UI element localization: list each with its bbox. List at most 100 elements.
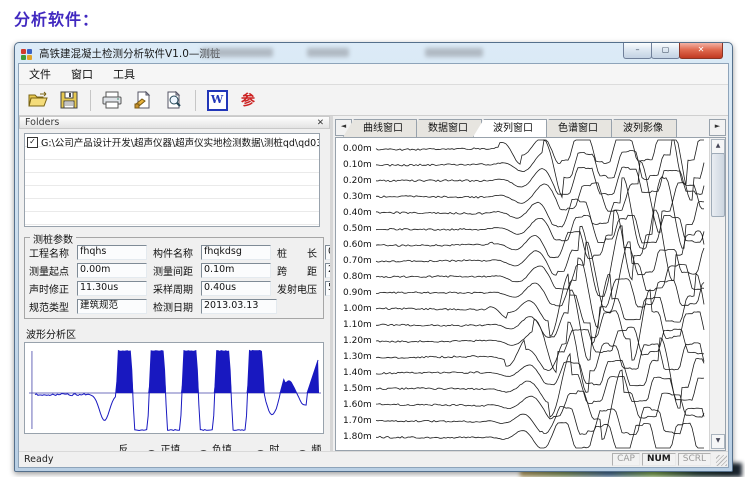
save-button[interactable] xyxy=(57,88,81,112)
negative-fill-label: 负填充 xyxy=(212,441,240,451)
field-label: 采样周期 xyxy=(153,281,199,296)
tab-scroll-right-icon[interactable]: ► xyxy=(709,119,726,136)
depth-label: 1.60m xyxy=(343,400,372,410)
menu-tools[interactable]: 工具 xyxy=(111,65,137,83)
time-domain-radio[interactable]: 时域 xyxy=(255,441,288,451)
time-correction-field[interactable]: 11.30us xyxy=(77,281,147,296)
tab-data-window[interactable]: 数据窗口 xyxy=(408,119,482,137)
positive-fill-radio[interactable]: 正填充 xyxy=(146,441,188,451)
scroll-down-icon[interactable]: ▼ xyxy=(711,434,725,449)
close-button[interactable]: ✕ xyxy=(679,43,723,59)
freq-domain-radio[interactable]: 频域 xyxy=(297,441,330,451)
blurred-overlay xyxy=(201,48,273,57)
open-file-button[interactable] xyxy=(26,88,50,112)
negative-fill-radio[interactable]: 负填充 xyxy=(198,441,240,451)
depth-label: 0.80m xyxy=(343,272,372,282)
freq-domain-label: 频域 xyxy=(311,441,330,451)
field-label: 发射电压 xyxy=(277,281,323,296)
scrollbar-thumb[interactable] xyxy=(711,153,725,217)
analysis-waveform xyxy=(25,343,323,433)
tab-wavetrain-window[interactable]: 波列窗口 xyxy=(473,119,547,137)
parameter-button[interactable]: 参 xyxy=(236,88,260,112)
depth-label: 1.20m xyxy=(343,336,372,346)
save-floppy-icon xyxy=(60,91,78,109)
page-title: 分析软件： xyxy=(14,6,99,30)
toolbar-separator xyxy=(90,90,91,111)
voltage-field[interactable]: 500V xyxy=(325,281,333,296)
title-bar[interactable]: 高铁建混凝土检测分析软件V1.0—测桩 – ▢ ✕ xyxy=(15,43,732,63)
field-label: 声时修正 xyxy=(29,281,75,296)
field-label: 规范类型 xyxy=(29,299,75,314)
waveform-analysis-area[interactable] xyxy=(24,342,324,434)
field-label: 桩 长 xyxy=(277,245,323,260)
groupbox-title: 测桩参数 xyxy=(30,231,76,246)
param-icon: 参 xyxy=(241,90,255,110)
field-label: 跨 距 xyxy=(277,263,323,278)
depth-label: 1.00m xyxy=(343,304,372,314)
menu-file[interactable]: 文件 xyxy=(27,65,53,83)
depth-label: 0.70m xyxy=(343,256,372,266)
test-date-field[interactable]: 2013.03.13 xyxy=(201,299,277,314)
tab-curve-window[interactable]: 曲线窗口 xyxy=(343,119,417,137)
window-controls: – ▢ ✕ xyxy=(624,43,723,59)
depth-label: 1.40m xyxy=(343,368,372,378)
tab-spectrum-window[interactable]: 色谱窗口 xyxy=(538,119,612,137)
toolbar-separator xyxy=(195,90,196,111)
folder-tree-item[interactable]: ✓ G:\公司产品设计开发\超声仪器\超声仪实地检测数据\测桩qd\qd03\q… xyxy=(25,134,319,150)
left-panel: Folders ✕ ✓ G:\公司产品设计开发\超声仪器\超声仪实地检测数据\测… xyxy=(19,116,333,451)
span-field[interactable]: 270mm xyxy=(325,263,333,278)
open-folder-icon xyxy=(27,91,49,109)
display-options-row: 反相 正填充 负填充 时域 xyxy=(105,441,330,451)
print-setup-button[interactable] xyxy=(131,88,155,112)
depth-label: 0.20m xyxy=(343,176,372,186)
depth-label: 0.00m xyxy=(343,144,372,154)
minimize-button[interactable]: – xyxy=(623,43,652,59)
depth-label: 0.30m xyxy=(343,192,372,202)
maximize-button[interactable]: ▢ xyxy=(651,43,680,59)
depth-label: 1.10m xyxy=(343,320,372,330)
depth-label: 1.80m xyxy=(343,432,372,442)
project-name-field[interactable]: fhqhs xyxy=(77,245,147,260)
folders-list[interactable]: ✓ G:\公司产品设计开发\超声仪器\超声仪实地检测数据\测桩qd\qd03\q… xyxy=(24,133,320,227)
window-body: 文件 窗口 工具 xyxy=(18,63,729,468)
field-label: 测量起点 xyxy=(29,263,75,278)
wavetrain-traces xyxy=(336,138,725,450)
application-window: 高铁建混凝土检测分析软件V1.0—测桩 – ▢ ✕ 文件 窗口 工具 xyxy=(14,42,733,472)
status-text: Ready xyxy=(24,454,54,465)
scroll-up-icon[interactable]: ▲ xyxy=(711,139,725,154)
client-area: Folders ✕ ✓ G:\公司产品设计开发\超声仪器\超声仪实地检测数据\测… xyxy=(19,116,728,451)
checkbox-checked-icon[interactable]: ✓ xyxy=(27,137,38,148)
component-name-field[interactable]: fhqkdsg xyxy=(201,245,271,260)
export-word-button[interactable]: W xyxy=(205,88,229,112)
close-icon[interactable]: ✕ xyxy=(317,118,324,128)
blurred-overlay xyxy=(307,48,349,57)
depth-label: 0.40m xyxy=(343,208,372,218)
tab-wavetrain-image[interactable]: 波列影像 xyxy=(603,119,677,137)
blurred-overlay xyxy=(425,48,483,57)
sample-period-field[interactable]: 0.40us xyxy=(201,281,271,296)
pile-length-field[interactable]: 0.00m xyxy=(325,245,333,260)
num-indicator: NUM xyxy=(642,453,676,466)
right-panel: ◄ 曲线窗口 数据窗口 波列窗口 色谱窗口 波列影像 ► ▲ ▼ 0.00m0.… xyxy=(333,116,728,451)
measure-start-field[interactable]: 0.00m xyxy=(77,263,147,278)
status-indicators: CAP NUM SCRL xyxy=(612,453,711,466)
depth-label: 0.10m xyxy=(343,160,372,170)
vertical-scrollbar[interactable]: ▲ ▼ xyxy=(709,138,725,450)
print-button[interactable] xyxy=(100,88,124,112)
standard-type-field[interactable]: 建筑规范 xyxy=(77,299,147,314)
wavetrain-view[interactable]: ▲ ▼ 0.00m0.10m0.20m0.30m0.40m0.50m0.60m0… xyxy=(335,137,726,451)
printer-icon xyxy=(101,91,123,109)
pile-params-groupbox: 测桩参数 工程名称 fhqhs 构件名称 fhqkdsg 桩 长 0.00m 测… xyxy=(24,237,324,319)
depth-label: 1.50m xyxy=(343,384,372,394)
folders-panel-header[interactable]: Folders ✕ xyxy=(19,116,330,129)
measure-interval-field[interactable]: 0.10m xyxy=(201,263,271,278)
invert-checkbox[interactable]: 反相 xyxy=(105,441,137,451)
depth-label: 0.60m xyxy=(343,240,372,250)
field-label: 构件名称 xyxy=(153,245,199,260)
depth-label: 0.90m xyxy=(343,288,372,298)
window-title: 高铁建混凝土检测分析软件V1.0—测桩 xyxy=(39,46,220,61)
print-preview-button[interactable] xyxy=(162,88,186,112)
menu-window[interactable]: 窗口 xyxy=(69,65,95,83)
caps-indicator: CAP xyxy=(612,453,640,466)
resize-grip[interactable] xyxy=(716,455,727,466)
